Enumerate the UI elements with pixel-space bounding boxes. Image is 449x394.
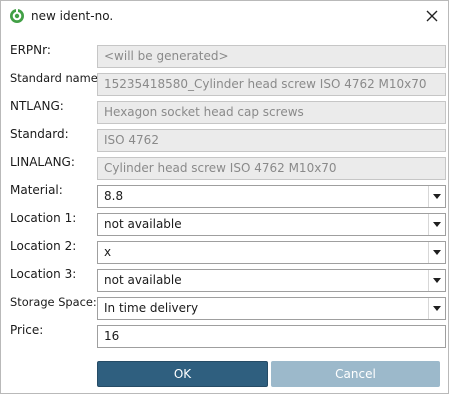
- location-1-label: Location 1:: [10, 211, 77, 225]
- price-label: Price:: [10, 323, 44, 337]
- standard-name-row: Standard name: 15235418580_Cylinder head…: [1, 71, 448, 96]
- chevron-down-icon[interactable]: [428, 298, 445, 319]
- standard-label: Standard:: [10, 127, 69, 141]
- location-3-select[interactable]: not available: [97, 269, 446, 292]
- location-3-label: Location 3:: [10, 267, 77, 281]
- material-select[interactable]: 8.8: [97, 185, 446, 208]
- location-2-select[interactable]: x: [97, 241, 446, 264]
- window-title: new ident-no.: [31, 9, 114, 23]
- standard-name-label: Standard name:: [10, 71, 102, 85]
- storage-space-select[interactable]: In time delivery: [97, 297, 446, 320]
- storage-space-row: Storage Space: In time delivery: [1, 295, 448, 320]
- standard-name-field: 15235418580_Cylinder head screw ISO 4762…: [97, 73, 446, 96]
- new-ident-dialog: new ident-no. ERPNr: <will be generated>…: [0, 0, 449, 394]
- location-1-select[interactable]: not available: [97, 213, 446, 236]
- storage-space-label: Storage Space:: [10, 295, 97, 309]
- location-2-row: Location 2: x: [1, 239, 448, 264]
- erpnr-label: ERPNr:: [10, 43, 51, 57]
- chevron-down-icon[interactable]: [428, 270, 445, 291]
- linalang-row: LINALANG: Cylinder head screw ISO 4762 M…: [1, 155, 448, 180]
- erpnr-row: ERPNr: <will be generated>: [1, 43, 448, 68]
- erpnr-field: <will be generated>: [97, 45, 446, 68]
- standard-row: Standard: ISO 4762: [1, 127, 448, 152]
- location-3-value: not available: [104, 273, 182, 287]
- price-input[interactable]: 16: [97, 325, 446, 348]
- material-value: 8.8: [104, 189, 124, 203]
- linalang-label: LINALANG:: [10, 155, 75, 169]
- title-bar: new ident-no.: [1, 1, 448, 31]
- material-label: Material:: [10, 183, 63, 197]
- chevron-down-icon[interactable]: [428, 214, 445, 235]
- cancel-button[interactable]: Cancel: [271, 361, 440, 387]
- chevron-down-icon[interactable]: [428, 242, 445, 263]
- location-2-value: x: [104, 245, 112, 259]
- chevron-down-icon[interactable]: [428, 186, 445, 207]
- app-icon: [10, 9, 24, 23]
- close-icon[interactable]: [422, 6, 442, 26]
- location-3-row: Location 3: not available: [1, 267, 448, 292]
- material-row: Material: 8.8: [1, 183, 448, 208]
- standard-field: ISO 4762: [97, 129, 446, 152]
- ntlang-field: Hexagon socket head cap screws: [97, 101, 446, 124]
- location-1-row: Location 1: not available: [1, 211, 448, 236]
- location-2-label: Location 2:: [10, 239, 77, 253]
- location-1-value: not available: [104, 217, 182, 231]
- ntlang-label: NTLANG:: [10, 99, 64, 113]
- price-row: Price: 16: [1, 323, 448, 348]
- linalang-field: Cylinder head screw ISO 4762 M10x70: [97, 157, 446, 180]
- ok-button[interactable]: OK: [97, 361, 268, 387]
- storage-space-value: In time delivery: [104, 301, 199, 315]
- ntlang-row: NTLANG: Hexagon socket head cap screws: [1, 99, 448, 124]
